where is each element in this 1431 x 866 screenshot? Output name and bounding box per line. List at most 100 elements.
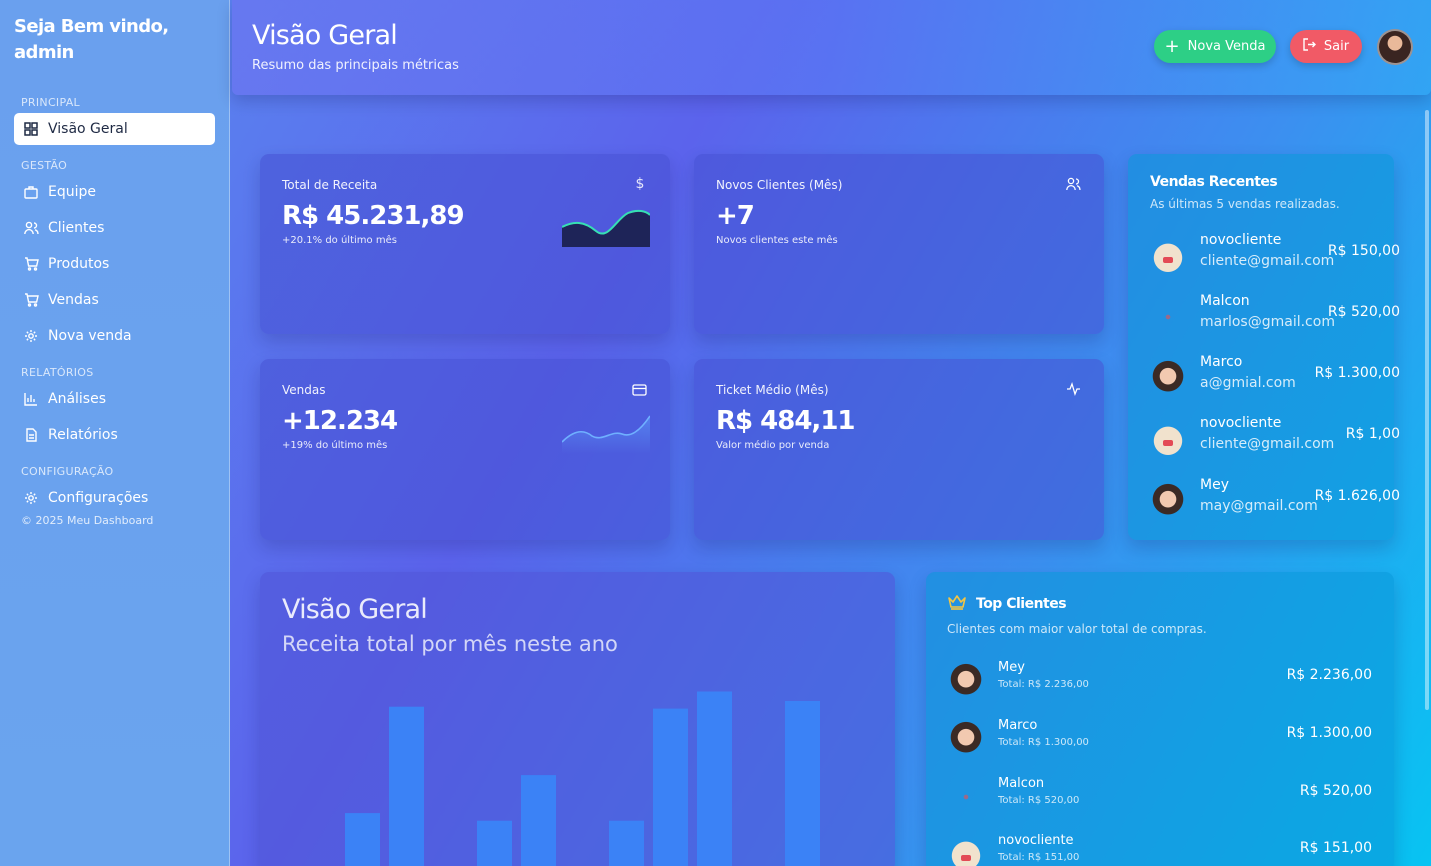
sale-client-email: marlos@gmail.com <box>1200 314 1335 330</box>
client-avatar <box>948 779 984 815</box>
top-client-name: Malcon <box>998 776 1045 791</box>
logout-label: Sair <box>1323 39 1350 54</box>
sidebar-item-nova-venda[interactable]: Nova venda <box>14 320 215 352</box>
top-client-total: Total: R$ 520,00 <box>998 795 1080 806</box>
sale-client-email: cliente@gmail.com <box>1200 436 1335 452</box>
stat-card-revenue: Total de Receita $ R$ 45.231,89 +20.1% d… <box>260 154 670 334</box>
top-clients-title: Top Clientes <box>976 596 1067 612</box>
top-client-amount: R$ 1.300,00 <box>1286 725 1372 741</box>
top-client-name: Mey <box>998 660 1025 675</box>
stat-sub: +20.1% do último mês <box>282 235 397 246</box>
sale-amount: R$ 150,00 <box>1327 243 1400 259</box>
chart-bar[interactable] <box>609 820 644 866</box>
client-avatar <box>1150 360 1186 396</box>
sale-client-name: Mey <box>1200 477 1229 493</box>
new-sale-label: Nova Venda <box>1187 39 1266 54</box>
sidebar-item-vendas[interactable]: Vendas <box>14 284 215 316</box>
logout-icon <box>1303 38 1316 55</box>
stat-value: +7 <box>716 201 755 231</box>
stat-label: Vendas <box>282 383 326 397</box>
recent-sale-item[interactable]: Malcon marlos@gmail.com R$ 520,00 <box>1150 293 1400 339</box>
bar-chart-icon <box>22 392 40 406</box>
chart-bar[interactable] <box>521 775 556 866</box>
section-label: GESTÃO <box>21 159 68 172</box>
briefcase-icon <box>22 185 40 199</box>
credit-card-icon <box>632 381 648 397</box>
recent-sales-subtitle: As últimas 5 vendas realizadas. <box>1150 197 1340 211</box>
sale-client-name: Marco <box>1200 354 1243 370</box>
top-clients-subtitle: Clientes com maior valor total de compra… <box>947 622 1207 636</box>
chart-bar[interactable] <box>389 706 424 866</box>
stat-value: +12.234 <box>282 406 398 436</box>
client-avatar <box>948 721 984 757</box>
chart-bar[interactable] <box>653 708 688 866</box>
users-icon <box>22 221 40 235</box>
page-scrollbar[interactable] <box>1425 110 1429 710</box>
stat-card-new-clients: Novos Clientes (Mês) +7 Novos clientes e… <box>694 154 1104 334</box>
stat-sub: Valor médio por venda <box>716 440 830 451</box>
stat-sub: +19% do último mês <box>282 440 388 451</box>
top-client-name: Marco <box>998 718 1038 733</box>
top-clients-panel: Top Clientes Clientes com maior valor to… <box>926 572 1394 866</box>
recent-sale-item[interactable]: Mey may@gmail.com R$ 1.626,00 <box>1150 477 1400 523</box>
top-client-amount: R$ 520,00 <box>1299 783 1372 799</box>
recent-sale-item[interactable]: novocliente cliente@gmail.com R$ 150,00 <box>1150 232 1400 278</box>
sale-client-name: novocliente <box>1200 415 1282 431</box>
sidebar-item-label: Relatórios <box>48 427 118 443</box>
sidebar-item-label: Visão Geral <box>48 121 128 137</box>
section-label: RELATÓRIOS <box>21 366 94 379</box>
client-avatar <box>1150 421 1186 457</box>
chart-bar[interactable] <box>785 701 820 866</box>
stat-sub: Novos clientes este mês <box>716 235 838 246</box>
sidebar-item-visao-geral[interactable]: Visão Geral <box>14 113 215 145</box>
client-avatar <box>1150 483 1186 519</box>
client-avatar <box>1150 299 1186 335</box>
logout-button[interactable]: Sair <box>1290 30 1362 63</box>
sidebar-item-relatorios[interactable]: Relatórios <box>14 419 215 451</box>
top-client-amount: R$ 151,00 <box>1299 840 1372 856</box>
sidebar-item-clientes[interactable]: Clientes <box>14 212 215 244</box>
recent-sale-item[interactable]: novocliente cliente@gmail.com R$ 1,00 <box>1150 415 1400 461</box>
stat-label: Novos Clientes (Mês) <box>716 178 843 192</box>
chart-bar[interactable] <box>345 813 380 866</box>
overview-chart-card: Visão Geral Receita total por mês neste … <box>260 572 895 866</box>
stat-card-avg-ticket: Ticket Médio (Mês) R$ 484,11 Valor médio… <box>694 359 1104 540</box>
top-client-item[interactable]: novocliente Total: R$ 151,00 R$ 151,00 <box>948 832 1372 866</box>
stat-value: R$ 45.231,89 <box>282 201 465 231</box>
chart-bar[interactable] <box>477 820 512 866</box>
document-icon <box>22 428 40 442</box>
sidebar-item-label: Vendas <box>48 292 99 308</box>
welcome-text: Seja Bem vindo, admin <box>14 16 169 63</box>
activity-icon <box>1066 381 1082 397</box>
revenue-sparkline <box>562 209 650 247</box>
page-header: Visão Geral Resumo das principais métric… <box>232 0 1431 95</box>
sale-amount: R$ 1,00 <box>1345 426 1400 442</box>
sale-client-email: a@gmial.com <box>1200 375 1296 391</box>
section-label: CONFIGURAÇÃO <box>21 465 114 478</box>
top-client-total: Total: R$ 1.300,00 <box>998 737 1089 748</box>
sidebar: Seja Bem vindo, admin PRINCIPAL Visão Ge… <box>0 0 230 866</box>
sidebar-item-configuracoes[interactable]: Configurações <box>14 482 215 514</box>
plus-icon: + <box>1164 35 1180 57</box>
recent-sales-title: Vendas Recentes <box>1150 174 1278 190</box>
chart-bar[interactable] <box>697 691 732 866</box>
sidebar-item-produtos[interactable]: Produtos <box>14 248 215 280</box>
top-client-item[interactable]: Malcon Total: R$ 520,00 R$ 520,00 <box>948 775 1372 819</box>
gear-icon <box>22 491 40 505</box>
client-avatar <box>948 836 984 866</box>
top-client-item[interactable]: Mey Total: R$ 2.236,00 R$ 2.236,00 <box>948 659 1372 703</box>
top-client-total: Total: R$ 2.236,00 <box>998 679 1089 690</box>
stat-card-sales: Vendas +12.234 +19% do último mês <box>260 359 670 540</box>
sidebar-item-equipe[interactable]: Equipe <box>14 176 215 208</box>
sidebar-item-analises[interactable]: Análises <box>14 383 215 415</box>
sidebar-item-label: Produtos <box>48 256 110 272</box>
stat-value: R$ 484,11 <box>716 406 855 436</box>
user-avatar[interactable] <box>1377 29 1413 65</box>
new-sale-button[interactable]: + Nova Venda <box>1154 30 1276 63</box>
top-client-item[interactable]: Marco Total: R$ 1.300,00 R$ 1.300,00 <box>948 717 1372 761</box>
sale-amount: R$ 520,00 <box>1327 304 1400 320</box>
sale-amount: R$ 1.626,00 <box>1314 488 1400 504</box>
top-client-amount: R$ 2.236,00 <box>1286 667 1372 683</box>
recent-sale-item[interactable]: Marco a@gmial.com R$ 1.300,00 <box>1150 354 1400 400</box>
sale-amount: R$ 1.300,00 <box>1314 365 1400 381</box>
